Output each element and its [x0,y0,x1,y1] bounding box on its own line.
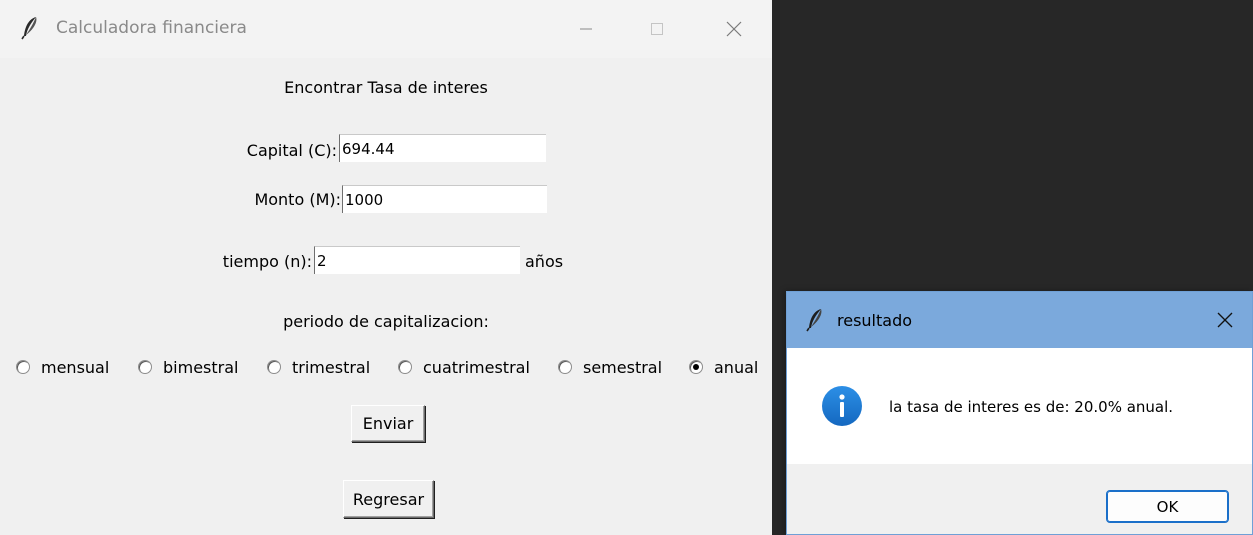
radio-semestral[interactable]: semestral [558,354,662,380]
close-button[interactable] [714,12,754,46]
maximize-button[interactable] [637,12,677,46]
dialog-titlebar[interactable]: resultado [787,292,1252,348]
radio-label: cuatrimestral [423,357,530,377]
radio-selected-dot [693,364,699,370]
radio-label: mensual [41,357,110,377]
minimize-button[interactable] [566,12,606,46]
enviar-button[interactable]: Enviar [351,405,425,442]
feather-icon [21,17,37,40]
dialog-close-button[interactable] [1205,303,1245,337]
capital-label: Capital (C): [246,141,337,160]
radio-circle[interactable] [16,360,30,374]
main-window: Calculadora financiera Encontrar Tasa de… [0,0,772,535]
radio-circle[interactable] [398,360,412,374]
period-label: periodo de capitalizacion: [283,312,489,331]
radio-trimestral[interactable]: trimestral [267,354,370,380]
radio-anual[interactable]: anual [689,354,758,380]
monto-label: Monto (M): [254,190,341,209]
main-titlebar[interactable]: Calculadora financiera [0,0,772,58]
radio-label: bimestral [163,357,239,377]
period-radio-group: mensual bimestral trimestral cuatrimestr… [0,354,772,380]
radio-label: trimestral [292,357,371,377]
result-dialog: resultado la tasa de interes es de: 20.0… [786,291,1253,535]
capital-input[interactable] [339,134,546,162]
radio-circle[interactable] [558,360,572,374]
radio-label: anual [714,357,759,377]
dialog-title: resultado [837,311,913,330]
radio-circle[interactable] [138,360,152,374]
close-icon [1217,312,1233,328]
window-title: Calculadora financiera [56,18,247,38]
feather-icon [806,309,822,332]
dialog-body: la tasa de interes es de: 20.0% anual. [787,348,1252,464]
tiempo-input[interactable] [314,246,520,274]
dialog-message: la tasa de interes es de: 20.0% anual. [889,398,1174,416]
ok-button[interactable]: OK [1106,490,1229,523]
maximize-icon [651,23,663,35]
radio-label: semestral [583,357,663,377]
dialog-footer: OK [787,464,1252,534]
close-icon [726,21,742,37]
radio-cuatrimestral[interactable]: cuatrimestral [398,354,530,380]
radio-circle[interactable] [267,360,281,374]
form-heading: Encontrar Tasa de interes [284,78,488,97]
info-icon [822,386,862,426]
tiempo-unit: años [525,252,564,271]
radio-mensual[interactable]: mensual [16,354,109,380]
regresar-button[interactable]: Regresar [343,480,434,518]
minimize-icon [580,28,592,30]
monto-input[interactable] [342,185,547,213]
radio-bimestral[interactable]: bimestral [138,354,238,380]
tiempo-label: tiempo (n): [222,252,312,271]
radio-circle[interactable] [689,360,703,374]
